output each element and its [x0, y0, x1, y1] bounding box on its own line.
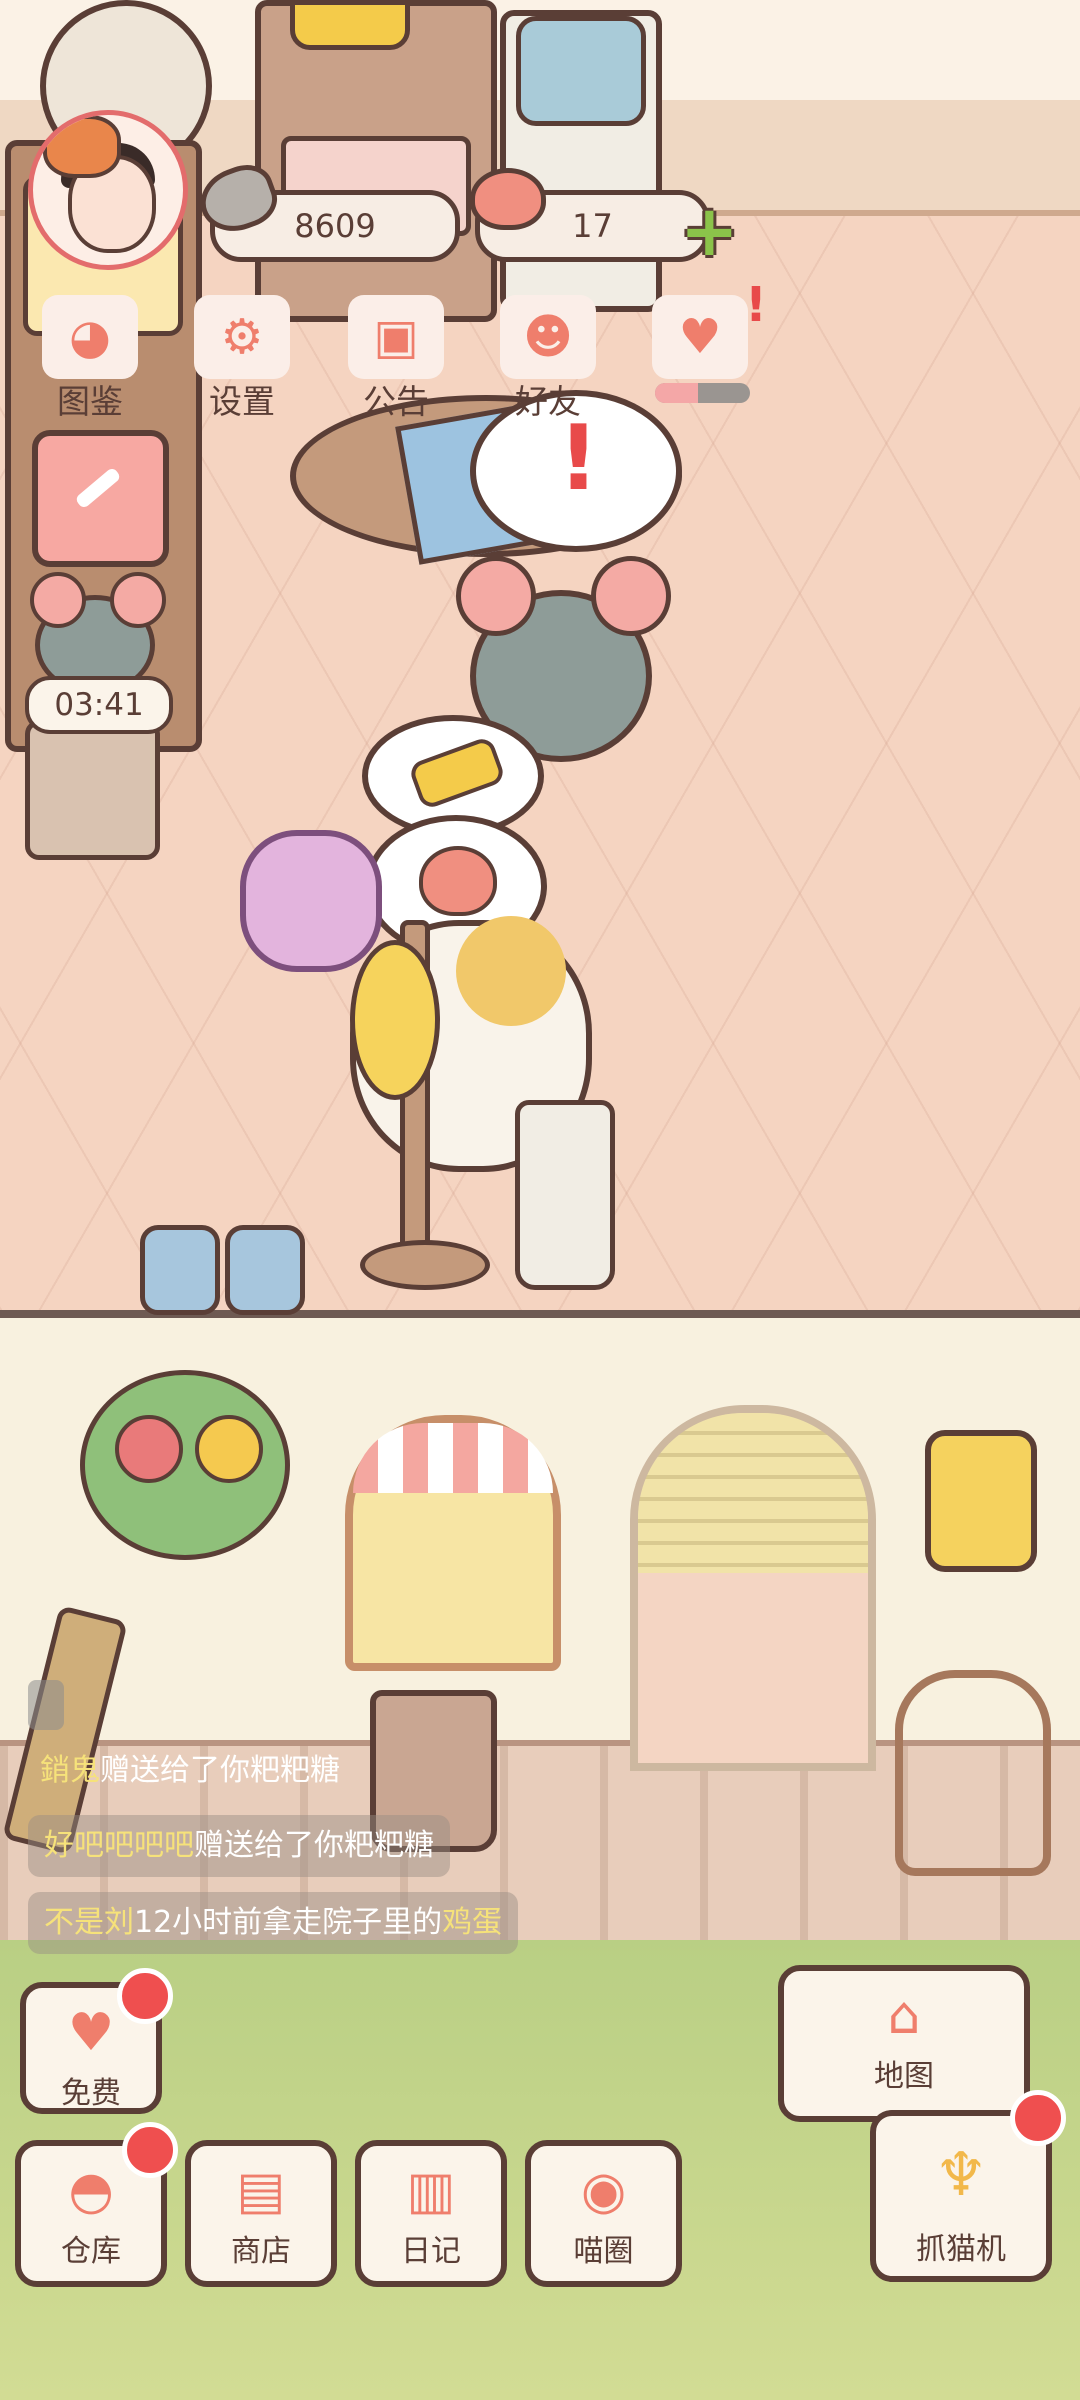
shop-button[interactable]: ▤ 商店: [185, 2140, 337, 2287]
claw-machine-label: 抓猫机: [916, 2232, 1006, 2267]
collection-label: 图鉴: [57, 382, 123, 421]
friends-label: 好友: [515, 382, 581, 421]
map-button[interactable]: ⌂ 地图: [778, 1965, 1030, 2122]
feed-message: 銷鬼赠送给了你粑粑糖: [28, 1740, 356, 1802]
boot-left: [140, 1225, 220, 1315]
heart-icon: [419, 846, 497, 916]
map-label: 地图: [874, 2059, 934, 2094]
feed-sender-name: 刘: [104, 1905, 134, 1940]
love-alert-icon: !: [745, 277, 767, 333]
free-label: 免费: [61, 2076, 121, 2111]
feed-message-text: 赠送给了你粑粑糖: [100, 1753, 340, 1788]
notepad-button[interactable]: [32, 430, 169, 567]
heart-currency-icon: [470, 168, 546, 230]
fish-count: 8609: [294, 207, 376, 245]
diary-label: 日记: [401, 2234, 461, 2269]
friends-icon: ☻: [500, 295, 596, 379]
straw-hat: [350, 940, 440, 1100]
claw-icon: ♆: [934, 2140, 988, 2210]
boot-right: [225, 1225, 305, 1315]
lantern-decoration[interactable]: [925, 1430, 1037, 1572]
coat-rack-base: [360, 1240, 490, 1290]
love-progress-fill: [655, 383, 698, 403]
friends-button[interactable]: ☻ 好友: [488, 295, 608, 421]
announcement-label: 公告: [363, 382, 429, 421]
brush-icon: [407, 735, 507, 811]
add-currency-button[interactable]: +: [680, 196, 739, 266]
notebook-icon: ▥: [406, 2161, 456, 2221]
warehouse-label: 仓库: [61, 2234, 121, 2269]
gear-icon: ⚙: [194, 295, 290, 379]
chair-decoration[interactable]: [895, 1670, 1051, 1876]
teddy-bear-toy[interactable]: [240, 830, 382, 972]
shop-label: 商店: [231, 2234, 291, 2269]
feed-prefix: 不是: [44, 1905, 104, 1940]
feed-message: 好吧吧吧吧赠送给了你粑粑糖: [28, 1815, 450, 1877]
planet-cat-icon: ◉: [580, 2161, 627, 2221]
heart-count: 17: [572, 207, 613, 245]
hanging-plant[interactable]: [80, 1370, 290, 1560]
visitor-timer: 03:41: [25, 676, 173, 734]
feed-item-name: 鸡蛋: [442, 1905, 503, 1940]
yard-window: [345, 1415, 561, 1671]
feed-sender-name: 銷鬼: [40, 1753, 100, 1788]
warehouse-badge: [122, 2122, 178, 2178]
cat-litter-decoration[interactable]: [25, 720, 160, 860]
settings-button[interactable]: ⚙ 设置: [182, 295, 302, 421]
announcement-button[interactable]: ▣ 公告: [336, 295, 456, 421]
feed-message-text: 12小时前拿走院子里的: [134, 1905, 443, 1940]
feed-message-text: 赠送给了你粑粑糖: [194, 1828, 434, 1863]
shop-icon: ▤: [236, 2161, 286, 2221]
pencil-icon: [74, 466, 122, 510]
water-cooler-decoration[interactable]: [500, 10, 662, 312]
bowl-icon: ◓: [68, 2161, 114, 2221]
claw-badge: [1010, 2090, 1066, 2146]
feed-message: 不是刘12小时前拿走院子里的鸡蛋: [28, 1892, 519, 1954]
heart-icon: ♥: [67, 2003, 115, 2063]
cat-circle-button[interactable]: ◉ 喵圈: [525, 2140, 682, 2287]
gift-icon: ▣: [348, 295, 444, 379]
feed-sender-name: 好吧吧吧吧: [44, 1828, 194, 1863]
cat-face-icon: ◕: [42, 295, 138, 379]
broken-heart-icon: ♥: [652, 295, 748, 379]
arch-door[interactable]: [630, 1405, 876, 1771]
love-progress-bar: [655, 383, 750, 403]
free-badge: [117, 1968, 173, 2024]
feed-toggle[interactable]: [28, 1680, 64, 1730]
diary-button[interactable]: ▥ 日记: [355, 2140, 507, 2287]
settings-label: 设置: [209, 382, 275, 421]
telephone-decoration[interactable]: [290, 0, 410, 50]
player-avatar[interactable]: [28, 110, 188, 270]
cat-circle-label: 喵圈: [573, 2234, 634, 2269]
house-icon: ⌂: [887, 1986, 921, 2046]
collection-button[interactable]: ◕ 图鉴: [30, 295, 150, 421]
umbrella-stand[interactable]: [515, 1100, 615, 1290]
